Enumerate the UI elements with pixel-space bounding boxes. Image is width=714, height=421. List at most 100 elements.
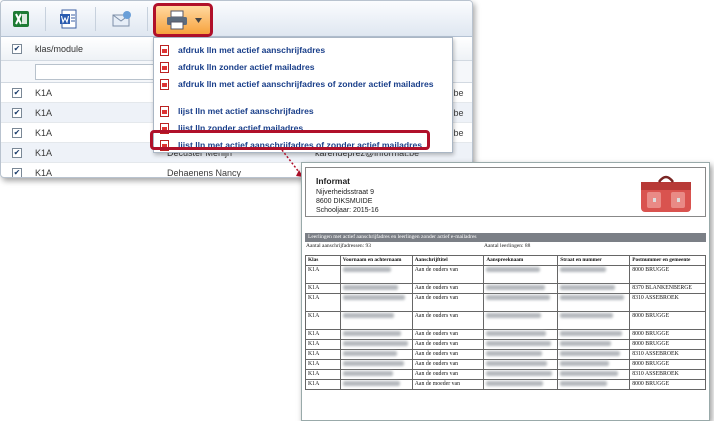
- report-count-addresses: Aantal aanschrijfadressen: 93: [306, 243, 372, 249]
- cell-aanspreeknaam: [483, 311, 559, 330]
- redacted-text: [560, 295, 625, 300]
- cell-postnummer: 8000 BRUGGE: [629, 329, 706, 340]
- redacted-text: [486, 381, 544, 386]
- print-button[interactable]: [153, 3, 213, 37]
- row-checkbox[interactable]: ✔: [12, 128, 22, 138]
- redacted-text: [560, 371, 619, 376]
- cell-aanspreeknaam: [483, 349, 559, 360]
- cell-titel: Aan de ouders van: [411, 339, 485, 350]
- report-address-line1: Nijverheidsstraat 9: [316, 189, 374, 196]
- cell-klas: K1A: [35, 88, 53, 98]
- select-all-checkbox[interactable]: ✔: [12, 44, 22, 54]
- highlight-frame: [150, 130, 430, 150]
- cell-straat: [557, 359, 631, 370]
- report-row: K1A Aan de ouders van 8310 ASSEBROEK: [305, 349, 706, 360]
- cell-klas: K1A: [305, 379, 341, 390]
- report-row: K1A Aan de ouders van 8000 BRUGGE: [305, 329, 706, 340]
- cell-titel: Aan de ouders van: [411, 359, 485, 370]
- report-row: K1A Aan de ouders van 8310 ASSEBROEK: [305, 293, 706, 312]
- cell-klas: K1A: [35, 148, 53, 158]
- toolbar: [1, 1, 472, 37]
- report-preview: Informat Nijverheidsstraat 9 8600 DIKSMU…: [301, 162, 710, 421]
- row-checkbox[interactable]: ✔: [12, 168, 22, 177]
- cell-titel: Aan de ouders van: [411, 283, 485, 294]
- printer-icon: [166, 10, 187, 30]
- menu-item-label: afdruk lln zonder actief mailadres: [178, 62, 315, 72]
- pdf-icon: [160, 45, 169, 56]
- pdf-icon: [160, 62, 169, 73]
- cell-klas: K1A: [35, 168, 53, 178]
- cell-straat: [557, 311, 631, 330]
- report-table: Klas Voornaam en achternaam Aanschrijfti…: [305, 255, 706, 390]
- cell-klas: K1A: [305, 283, 341, 294]
- cell-aanspreeknaam: [483, 369, 559, 380]
- redacted-text: [486, 341, 552, 346]
- cell-klas: K1A: [305, 293, 341, 312]
- pdf-icon: [160, 79, 169, 90]
- excel-icon: [13, 11, 29, 27]
- cell-name: [339, 311, 413, 330]
- redacted-text: [486, 313, 542, 318]
- report-row: K1A Aan de ouders van 8000 BRUGGE: [305, 311, 706, 330]
- cell-klas: K1A: [305, 359, 341, 370]
- cell-name: [339, 369, 413, 380]
- word-export-button[interactable]: [57, 7, 81, 31]
- redacted-text: [560, 351, 621, 356]
- redacted-text: [342, 331, 401, 336]
- cell-titel: Aan de ouders van: [411, 329, 485, 340]
- excel-export-button[interactable]: [9, 7, 33, 31]
- email-button[interactable]: [109, 7, 133, 31]
- redacted-text: [560, 361, 610, 366]
- cell-klas: K1A: [305, 369, 341, 380]
- composite-screenshot: ✔ klas/module ✔ K1A .be ✔ K1A .be ✔ K1A …: [0, 0, 714, 421]
- row-checkbox[interactable]: ✔: [12, 148, 22, 158]
- report-row: K1A Aan de ouders van 8370 BLANKENBERGE: [305, 283, 706, 294]
- redacted-text: [342, 371, 393, 376]
- cell-name: [339, 339, 413, 350]
- cell-name: Dehaenens Nancy: [167, 168, 242, 178]
- redacted-text: [486, 331, 547, 336]
- report-schoolyear: Schooljaar: 2015-16: [316, 207, 379, 214]
- row-checkbox[interactable]: ✔: [12, 108, 22, 118]
- app-window: ✔ klas/module ✔ K1A .be ✔ K1A .be ✔ K1A …: [0, 0, 473, 178]
- cell-postnummer: 8370 BLANKENBERGE: [629, 283, 706, 294]
- redacted-text: [486, 351, 543, 356]
- cell-titel: Aan de ouders van: [411, 369, 485, 380]
- cell-name: [339, 329, 413, 340]
- cell-aanspreeknaam: [483, 265, 559, 284]
- row-checkbox[interactable]: ✔: [12, 88, 22, 98]
- menu-item-afdruk-zonder-mailadres[interactable]: afdruk lln zonder actief mailadres: [154, 60, 452, 76]
- menu-item-lijst-aanschrijfadres[interactable]: lijst lln met actief aanschrijfadres: [154, 104, 452, 120]
- report-address-line2: 8600 DIKSMUIDE: [316, 198, 373, 205]
- cell-klas: K1A: [305, 329, 341, 340]
- menu-item-afdruk-aanschrijfadres[interactable]: afdruk lln met actief aanschrijfadres: [154, 43, 452, 59]
- redacted-text: [486, 285, 546, 290]
- redacted-text: [486, 295, 551, 300]
- cell-aanspreeknaam: [483, 293, 559, 312]
- cell-postnummer: 8310 ASSEBROEK: [629, 293, 706, 312]
- cell-straat: [557, 293, 631, 312]
- redacted-text: [560, 331, 623, 336]
- cell-titel: Aan de ouders van: [411, 349, 485, 360]
- cell-name: [339, 293, 413, 312]
- schoolbag-icon: [641, 175, 691, 212]
- redacted-text: [560, 341, 612, 346]
- report-row: K1A Aan de ouders van 8000 BRUGGE: [305, 339, 706, 350]
- redacted-text: [342, 351, 397, 356]
- column-header-klas[interactable]: klas/module: [35, 44, 83, 54]
- menu-item-afdruk-aanschrijfadres-of-zonder-mailadres[interactable]: afdruk lln met actief aanschrijfadres of…: [154, 77, 452, 103]
- cell-name: [339, 359, 413, 370]
- cell-straat: [557, 369, 631, 380]
- report-count-students: Aantal leerlingen: 88: [484, 243, 531, 249]
- redacted-text: [342, 285, 398, 290]
- menu-item-label: afdruk lln met actief aanschrijfadres of…: [178, 79, 434, 89]
- cell-aanspreeknaam: [483, 329, 559, 340]
- redacted-text: [342, 381, 400, 386]
- cell-straat: [557, 379, 631, 390]
- cell-titel: Aan de moeder van: [411, 379, 485, 390]
- redacted-text: [342, 341, 408, 346]
- report-row: K1A Aan de ouders van 8000 BRUGGE: [305, 359, 706, 370]
- menu-item-label: lijst lln met actief aanschrijfadres: [178, 106, 314, 116]
- column-header: Voornaam en achternaam: [339, 255, 413, 266]
- report-row: K1A Aan de moeder van 8000 BRUGGE: [305, 379, 706, 390]
